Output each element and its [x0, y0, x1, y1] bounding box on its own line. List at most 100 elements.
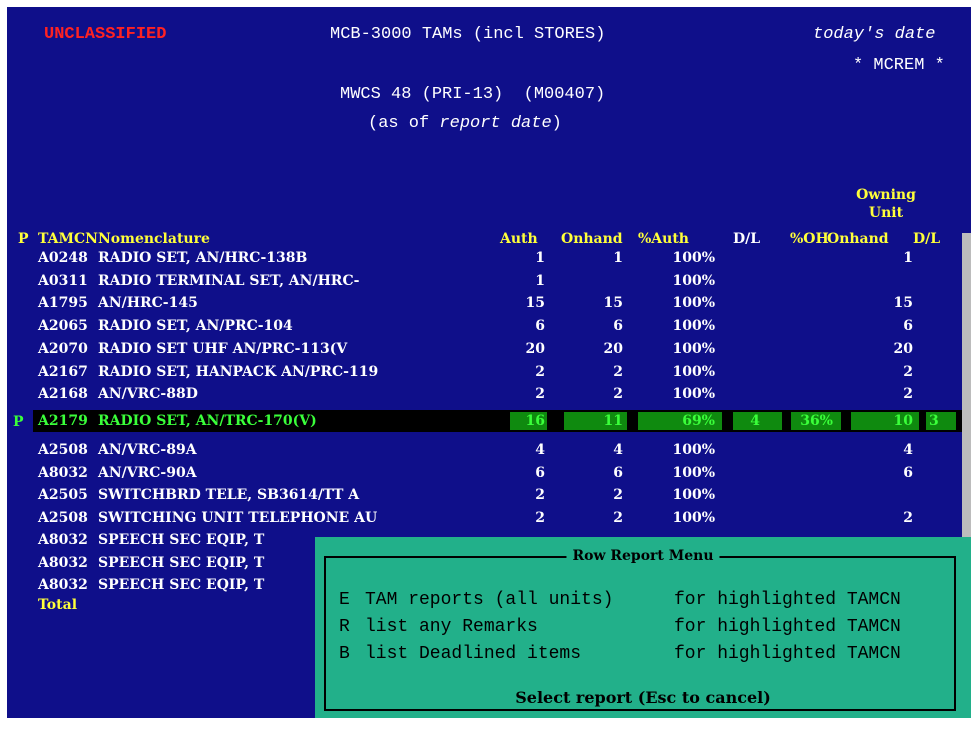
tamcn-cell: A2505 [38, 487, 88, 504]
nomenclature-cell: RADIO SET, AN/TRC-170(V) [98, 413, 317, 429]
owning-unit-header-line2: Unit [868, 205, 904, 221]
onhand-cell: 2 [613, 386, 623, 403]
nomenclature-cell: RADIO SET UHF AN/PRC-113(V [98, 340, 348, 357]
nomenclature-cell: AN/VRC-90A [98, 464, 197, 481]
unit-onhand-cell: 15 [893, 295, 913, 312]
auth-cell: 6 [535, 318, 545, 335]
onhand-cell: 6 [613, 464, 623, 481]
command-label: * MCREM * [853, 56, 945, 75]
pct-auth-cell: 100% [672, 250, 715, 266]
nomenclature-cell: SPEECH SEC EQIP, T [98, 532, 265, 548]
onhand-cell: 20 [603, 340, 623, 357]
col-auth: Auth [500, 231, 538, 247]
pct-auth-cell: 100% [672, 510, 715, 527]
tamcn-cell: A8032 [38, 577, 88, 594]
total-row-label: Total [38, 597, 78, 613]
unit-onhand-cell: 10 [893, 413, 913, 429]
pct-oh-cell: 36% [800, 413, 833, 429]
unit-onhand-cell: 2 [903, 510, 913, 527]
unit-dl-cell: 3 [929, 413, 939, 429]
tamcn-cell: A2065 [38, 318, 88, 335]
nomenclature-cell: AN/HRC-145 [98, 295, 198, 312]
menu-prompt: Select report (Esc to cancel) [509, 688, 777, 708]
nomenclature-cell: SPEECH SEC EQIP, T [98, 554, 265, 571]
report-subtitle: MWCS 48 (PRI-13) (M00407) [340, 85, 606, 104]
table-row[interactable]: A1795 AN/HRC-145 15 15 100% 15 [7, 294, 971, 313]
report-title: MCB-3000 TAMs (incl STORES) [330, 25, 606, 44]
tamcn-cell: A2508 [38, 510, 88, 527]
pct-auth-cell: 100% [672, 464, 715, 481]
table-row[interactable]: A0311 RADIO TERMINAL SET, AN/HRC- 1 100% [7, 272, 971, 291]
menu-key-e: E [339, 590, 350, 610]
nomenclature-cell: RADIO TERMINAL SET, AN/HRC- [98, 272, 360, 289]
table-row[interactable]: A8032 AN/VRC-90A 6 6 100% 6 [7, 464, 971, 483]
col-unit-onhand: Onhand [827, 231, 889, 247]
nomenclature-cell: AN/VRC-89A [98, 442, 197, 458]
menu-item-deadlined[interactable]: B list Deadlined items for highlighted T… [315, 644, 971, 666]
tamcn-cell: A2508 [38, 442, 88, 458]
table-row[interactable]: A2065 RADIO SET, AN/PRC-104 6 6 100% 6 [7, 317, 971, 336]
table-row[interactable]: A2505 SWITCHBRD TELE, SB3614/TT A 2 2 100% [7, 486, 971, 505]
nomenclature-cell: SWITCHING UNIT TELEPHONE AU [98, 510, 378, 527]
tamcn-cell: A0311 [38, 272, 88, 289]
col-pct-oh: %OH [790, 231, 829, 247]
highlighted-table-row[interactable]: A2179 RADIO SET, AN/TRC-170(V) 16 11 69%… [33, 410, 971, 432]
onhand-cell: 6 [613, 318, 623, 335]
onhand-cell: 4 [613, 442, 623, 458]
tamcn-cell: A0248 [38, 250, 88, 266]
pct-auth-cell: 100% [672, 272, 715, 289]
col-unit-dl: D/L [913, 231, 941, 247]
onhand-cell: 11 [603, 413, 623, 429]
onhand-cell: 2 [613, 363, 623, 380]
table-row[interactable]: A0248 RADIO SET, AN/HRC-138B 1 1 100% 1 [7, 249, 971, 268]
table-row[interactable]: A2508 SWITCHING UNIT TELEPHONE AU 2 2 100% 2 [7, 509, 971, 528]
table-row[interactable]: A2167 RADIO SET, HANPACK AN/PRC-119 2 2 100%… [7, 363, 971, 382]
menu-key-b: B [339, 644, 350, 664]
col-onhand: Onhand [561, 231, 623, 247]
auth-cell: 6 [535, 464, 545, 481]
tamcn-cell: A8032 [38, 554, 88, 571]
table-row[interactable]: A2070 RADIO SET UHF AN/PRC-113(V 20 20 100% 2… [7, 340, 971, 359]
table-row[interactable]: A2168 AN/VRC-88D 2 2 100% 2 [7, 385, 971, 404]
auth-cell: 15 [525, 295, 545, 312]
menu-item-text: TAM reports (all units) [365, 590, 614, 610]
nomenclature-cell: SPEECH SEC EQIP, T [98, 577, 265, 594]
unit-onhand-cell: 6 [903, 464, 913, 481]
menu-item-text: list any Remarks [365, 617, 538, 637]
col-dl: D/L [733, 231, 761, 247]
tamcn-cell: A8032 [38, 532, 88, 548]
pct-auth-cell: 100% [672, 340, 715, 357]
auth-cell: 1 [535, 272, 545, 289]
pct-auth-cell: 100% [672, 318, 715, 335]
auth-cell: 16 [525, 413, 545, 429]
auth-cell: 1 [535, 250, 545, 266]
tamcn-cell: A2070 [38, 340, 88, 357]
table-row[interactable]: A2508 AN/VRC-89A 4 4 100% 4 [7, 441, 971, 460]
pct-auth-cell: 100% [672, 363, 715, 380]
col-pct-auth: %Auth [638, 231, 689, 247]
pct-auth-cell: 100% [672, 487, 715, 504]
nomenclature-cell: RADIO SET, HANPACK AN/PRC-119 [98, 363, 379, 380]
row-flag-p: P [13, 414, 24, 430]
tamcn-cell: A2179 [38, 413, 88, 429]
unit-onhand-cell: 1 [903, 250, 913, 266]
menu-item-remarks[interactable]: R list any Remarks for highlighted TAMCN [315, 617, 971, 639]
menu-item-target: for highlighted TAMCN [674, 644, 901, 664]
unit-onhand-cell: 4 [903, 442, 913, 458]
auth-cell: 2 [535, 510, 545, 527]
onhand-cell: 15 [603, 295, 623, 312]
dl-cell: 4 [750, 413, 760, 429]
tamcn-cell: A1795 [38, 295, 88, 312]
column-header-row: P TAMCN Nomenclature Auth Onhand %Auth D… [7, 230, 971, 249]
tamcn-cell: A2167 [38, 363, 88, 380]
auth-cell: 20 [525, 340, 545, 357]
col-p: P [18, 231, 29, 247]
nomenclature-cell: RADIO SET, AN/HRC-138B [98, 250, 308, 266]
pct-auth-cell: 100% [672, 442, 715, 458]
menu-title: Row Report Menu [566, 546, 720, 566]
auth-cell: 2 [535, 487, 545, 504]
menu-item-tam-reports[interactable]: E TAM reports (all units) for highlighte… [315, 590, 971, 612]
unit-onhand-cell: 2 [903, 386, 913, 403]
menu-key-r: R [339, 617, 350, 637]
pct-auth-cell: 69% [682, 413, 715, 429]
